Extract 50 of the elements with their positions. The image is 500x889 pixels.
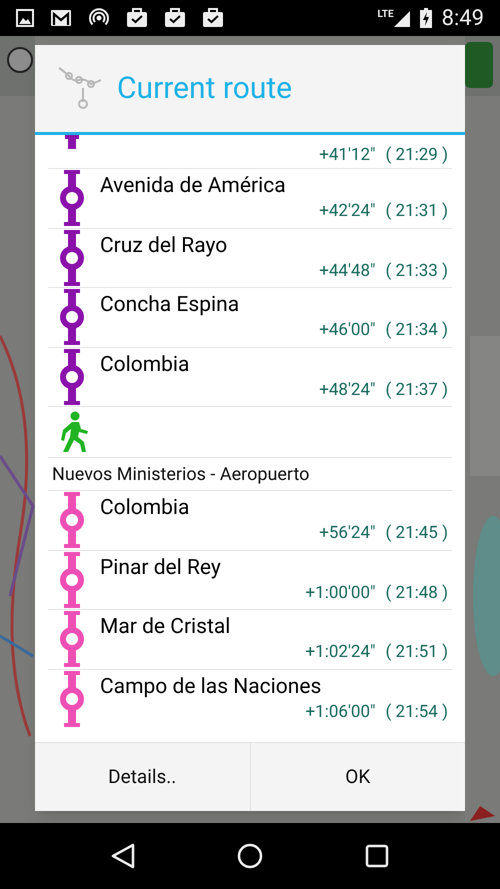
arrival-time: ( 21:48 ) — [385, 582, 448, 605]
arrival-time: ( 21:37 ) — [385, 378, 448, 402]
time-offset: +56'24" — [319, 522, 376, 546]
arrival-time: ( 21:51 ) — [385, 641, 448, 664]
walking-person-icon — [58, 411, 90, 453]
briefcase-check-icon — [202, 8, 224, 28]
arrival-time: ( 21:45 ) — [385, 522, 448, 546]
home-icon[interactable] — [237, 843, 263, 869]
image-icon — [16, 9, 34, 27]
stop-row[interactable]: Campo de las Naciones +1:06'00" ( 21:54 ) — [48, 670, 452, 729]
station-name: Campo de las Naciones — [100, 674, 322, 700]
recents-icon[interactable] — [365, 844, 389, 868]
station-name: Pinar del Rey — [100, 554, 222, 581]
stop-row[interactable]: Cruz del Rayo +44'48" ( 21:33 ) — [48, 228, 452, 288]
time-offset: +42'24" — [319, 200, 376, 224]
dialog-title: Current route — [117, 70, 292, 108]
station-name: Cruz del Rayo — [100, 232, 228, 259]
stop-row[interactable]: Pinar del Rey +1:00'00" ( 21:48 ) — [48, 550, 452, 610]
stop-row[interactable]: Concha Espina +46'00" ( 21:34 ) — [48, 288, 452, 348]
stop-row[interactable]: Colombia +56'24" ( 21:45 ) — [48, 491, 452, 550]
network-type: LTE — [377, 10, 394, 20]
briefcase-check-icon — [126, 8, 148, 28]
arrival-time: ( 21:33 ) — [385, 260, 448, 283]
time-offset: +1:06'00" — [306, 700, 376, 724]
station-name: Concha Espina — [100, 292, 240, 318]
arrival-time: ( 21:29 ) — [385, 144, 448, 167]
station-name: Avenida de América — [100, 173, 287, 200]
line-name: Nuevos Ministerios - Aeropuerto — [52, 462, 310, 486]
stop-row[interactable]: Colombia +48'24" ( 21:37 ) — [48, 348, 452, 407]
station-name: Colombia — [100, 495, 190, 522]
time-offset: +48'24" — [319, 378, 376, 402]
mail-icon — [50, 9, 72, 27]
clock: 8:49 — [442, 4, 484, 32]
station-name: Mar de Cristal — [100, 614, 232, 640]
time-offset: +44'48" — [319, 260, 376, 283]
briefcase-check-icon — [164, 8, 186, 28]
time-offset: +1:00'00" — [306, 582, 376, 605]
arrival-time: ( 21:54 ) — [385, 700, 448, 724]
battery-charging-icon — [420, 8, 432, 28]
station-name: Colombia — [100, 352, 190, 378]
stop-row[interactable]: Mar de Cristal +1:02'24" ( 21:51 ) — [48, 610, 452, 670]
time-offset: +46'00" — [319, 319, 376, 342]
back-icon[interactable] — [111, 843, 135, 869]
route-icon — [57, 66, 103, 112]
time-offset: +1:02'24" — [306, 641, 376, 664]
time-offset: +41'12" — [319, 144, 376, 167]
stop-row[interactable]: Avenida de América +42'24" ( 21:31 ) — [48, 169, 452, 228]
arrival-time: ( 21:34 ) — [385, 319, 448, 342]
arrival-time: ( 21:31 ) — [385, 200, 448, 224]
signal-icon — [394, 9, 410, 27]
